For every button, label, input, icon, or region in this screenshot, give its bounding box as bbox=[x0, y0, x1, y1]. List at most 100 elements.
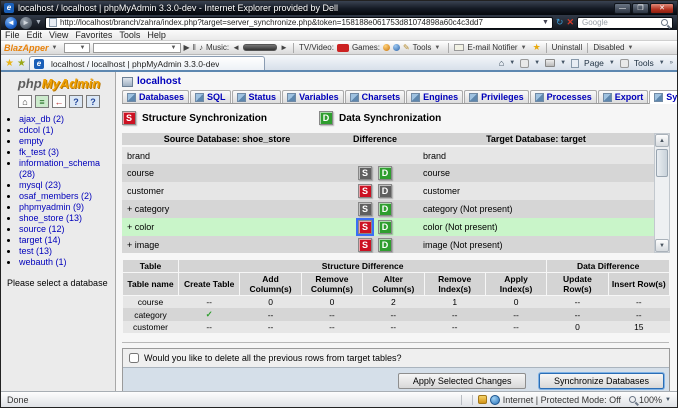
print-icon[interactable] bbox=[545, 59, 555, 67]
feeds-icon[interactable] bbox=[520, 59, 529, 68]
tab-export[interactable]: Export bbox=[598, 90, 649, 103]
compare-scrollbar[interactable]: ▲ ▼ bbox=[654, 133, 670, 253]
page-menu-label[interactable]: Page bbox=[584, 58, 604, 68]
menu-edit[interactable]: Edit bbox=[27, 30, 50, 40]
previous-track-icon[interactable]: ◄ bbox=[232, 43, 240, 52]
db-link[interactable]: information_schema (28) bbox=[19, 158, 100, 179]
db-link[interactable]: test (13) bbox=[19, 246, 52, 256]
delete-rows-checkbox[interactable] bbox=[129, 353, 139, 363]
scroll-down-icon[interactable]: ▼ bbox=[655, 239, 669, 252]
home-icon[interactable]: ⌂ bbox=[18, 95, 32, 108]
zoom-control[interactable]: 100% ▼ bbox=[629, 395, 671, 405]
add-favorite-icon[interactable]: ★ bbox=[17, 57, 26, 70]
menu-favorites[interactable]: Favorites bbox=[75, 30, 119, 40]
forward-button[interactable]: ► bbox=[20, 17, 32, 29]
minimize-button[interactable]: — bbox=[614, 3, 631, 14]
tab-variables[interactable]: Variables bbox=[282, 90, 344, 103]
structure-sync-button[interactable]: S bbox=[358, 166, 372, 180]
mysql-docs-icon[interactable]: ? bbox=[86, 95, 100, 108]
email-dropdown-icon[interactable]: ▼ bbox=[521, 45, 530, 51]
next-track-icon[interactable]: ► bbox=[280, 43, 288, 52]
maximize-button[interactable]: ❐ bbox=[632, 3, 649, 14]
pause-icon[interactable]: ‖ bbox=[193, 43, 196, 52]
disabled-label[interactable]: Disabled bbox=[593, 43, 624, 52]
phpmyadmin-docs-icon[interactable]: ? bbox=[69, 95, 83, 108]
toolbar-search-mode[interactable]: ▼ bbox=[64, 43, 90, 53]
data-sync-button[interactable]: D bbox=[378, 220, 392, 234]
query-window-icon[interactable]: ≡ bbox=[35, 95, 49, 108]
stop-icon[interactable]: ✕ bbox=[566, 17, 574, 28]
toolbar-tools-label[interactable]: Tools bbox=[413, 43, 432, 52]
search-box[interactable]: Google bbox=[577, 17, 673, 29]
db-link[interactable]: phpmyadmin (9) bbox=[19, 202, 84, 212]
toolbar-brand-logo[interactable]: BlazApper bbox=[4, 43, 49, 53]
volume-slider[interactable] bbox=[243, 44, 277, 51]
refresh-icon[interactable]: ↻ bbox=[556, 17, 564, 28]
synchronize-databases-button[interactable]: Synchronize Databases bbox=[539, 373, 664, 389]
search-icon[interactable] bbox=[661, 19, 668, 26]
play-icon[interactable]: ▶ bbox=[184, 43, 190, 52]
db-link[interactable]: target (14) bbox=[19, 235, 61, 245]
zoom-dropdown-icon[interactable]: ▼ bbox=[665, 397, 671, 403]
brand-dropdown-icon[interactable]: ▼ bbox=[52, 45, 61, 51]
chevron-more-icon[interactable]: » bbox=[670, 60, 673, 66]
tools-dropdown-icon[interactable]: ▼ bbox=[434, 45, 443, 51]
db-link[interactable]: osaf_members (2) bbox=[19, 191, 92, 201]
game-dropdown-icon[interactable] bbox=[393, 44, 400, 51]
home-icon[interactable]: ⌂ bbox=[499, 58, 504, 68]
db-link[interactable]: ajax_db (2) bbox=[19, 114, 64, 124]
tab-charsets[interactable]: Charsets bbox=[345, 90, 406, 103]
uninstall-label[interactable]: Uninstall bbox=[552, 43, 583, 52]
db-link[interactable]: cdcol (1) bbox=[19, 125, 54, 135]
recent-pages-dropdown[interactable]: ▼ bbox=[35, 19, 42, 26]
menu-tools[interactable]: Tools bbox=[119, 30, 147, 40]
db-link[interactable]: webauth (1) bbox=[19, 257, 67, 267]
zoom-level[interactable]: 100% bbox=[639, 395, 662, 405]
address-bar[interactable]: http://localhost/branch/zahra/index.php?… bbox=[45, 17, 553, 29]
data-sync-button[interactable]: D bbox=[378, 166, 392, 180]
tab-status[interactable]: Status bbox=[232, 90, 282, 103]
apply-selected-changes-button[interactable]: Apply Selected Changes bbox=[398, 373, 527, 389]
email-notifier-label[interactable]: E-mail Notifier bbox=[467, 43, 517, 52]
phpmyadmin-logo[interactable]: phpMyAdmin bbox=[7, 76, 111, 91]
security-report-icon[interactable] bbox=[478, 395, 487, 404]
search-placeholder[interactable]: Google bbox=[582, 18, 661, 27]
data-sync-button[interactable]: D bbox=[378, 184, 392, 198]
scroll-up-icon[interactable]: ▲ bbox=[655, 134, 669, 147]
structure-sync-button[interactable]: S bbox=[358, 238, 372, 252]
star-icon[interactable]: ★ bbox=[533, 42, 541, 53]
favorites-icon[interactable]: ★ bbox=[5, 57, 14, 70]
logout-icon[interactable]: ← bbox=[52, 95, 66, 108]
db-link[interactable]: source (12) bbox=[19, 224, 65, 234]
db-link[interactable]: mysql (23) bbox=[19, 180, 61, 190]
disabled-dropdown-icon[interactable]: ▼ bbox=[627, 45, 636, 51]
db-link[interactable]: fk_test (3) bbox=[19, 147, 59, 157]
url-text[interactable]: http://localhost/branch/zahra/index.php?… bbox=[60, 18, 483, 27]
menu-help[interactable]: Help bbox=[147, 30, 173, 40]
scrollbar-thumb[interactable] bbox=[656, 149, 668, 177]
tab-privileges[interactable]: Privileges bbox=[464, 90, 529, 103]
structure-sync-button[interactable]: S bbox=[358, 220, 372, 234]
menu-view[interactable]: View bbox=[49, 30, 75, 40]
tab-databases[interactable]: Databases bbox=[122, 90, 189, 103]
structure-sync-button[interactable]: S bbox=[358, 184, 372, 198]
address-dropdown-icon[interactable]: ▼ bbox=[542, 19, 549, 26]
breadcrumb-server-link[interactable]: localhost bbox=[137, 76, 181, 87]
browser-tab[interactable]: e localhost / localhost | phpMyAdmin 3.3… bbox=[29, 56, 265, 70]
data-sync-button[interactable]: D bbox=[378, 202, 392, 216]
db-link[interactable]: empty bbox=[19, 136, 44, 146]
tab-processes[interactable]: Processes bbox=[530, 90, 597, 103]
tab-engines[interactable]: Engines bbox=[406, 90, 463, 103]
close-button[interactable]: ✕ bbox=[650, 3, 674, 14]
toolbar-search-input[interactable]: ▼ bbox=[93, 43, 181, 53]
menu-file[interactable]: File bbox=[5, 30, 27, 40]
data-sync-button[interactable]: D bbox=[378, 238, 392, 252]
video-icon[interactable] bbox=[337, 44, 349, 52]
tab-sql[interactable]: SQL bbox=[190, 90, 231, 103]
tools-menu-label[interactable]: Tools bbox=[634, 58, 654, 68]
db-link[interactable]: shoe_store (13) bbox=[19, 213, 82, 223]
game-icon[interactable] bbox=[383, 44, 390, 51]
structure-sync-button[interactable]: S bbox=[358, 202, 372, 216]
back-button[interactable]: ◄ bbox=[5, 17, 17, 29]
tab-synchronize[interactable]: Synchronize bbox=[649, 90, 677, 104]
